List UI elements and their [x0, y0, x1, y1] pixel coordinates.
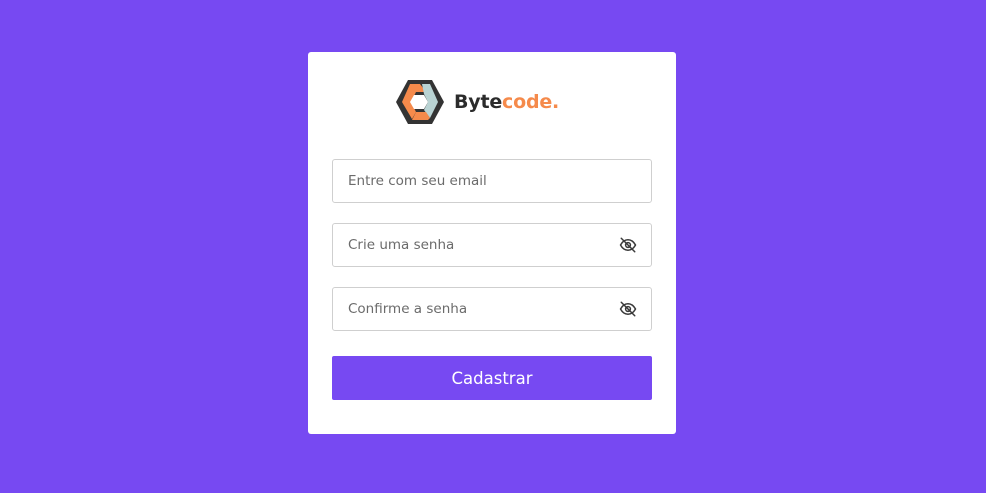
register-card: Bytecode. Cadastrar [308, 52, 676, 434]
brand: Bytecode. [394, 77, 559, 127]
hexagon-logo-icon [396, 80, 444, 124]
confirm-password-input[interactable] [333, 288, 651, 330]
email-field [332, 159, 652, 203]
confirm-password-field [332, 287, 652, 331]
eye-off-icon[interactable] [619, 300, 637, 318]
email-input[interactable] [333, 160, 651, 202]
eye-off-icon[interactable] [619, 236, 637, 254]
register-button[interactable]: Cadastrar [332, 356, 652, 400]
password-field [332, 223, 652, 267]
password-input[interactable] [333, 224, 651, 266]
brand-name: Bytecode. [454, 90, 560, 113]
brand-name-accent: code. [502, 90, 560, 113]
brand-name-main: Byte [454, 90, 503, 113]
